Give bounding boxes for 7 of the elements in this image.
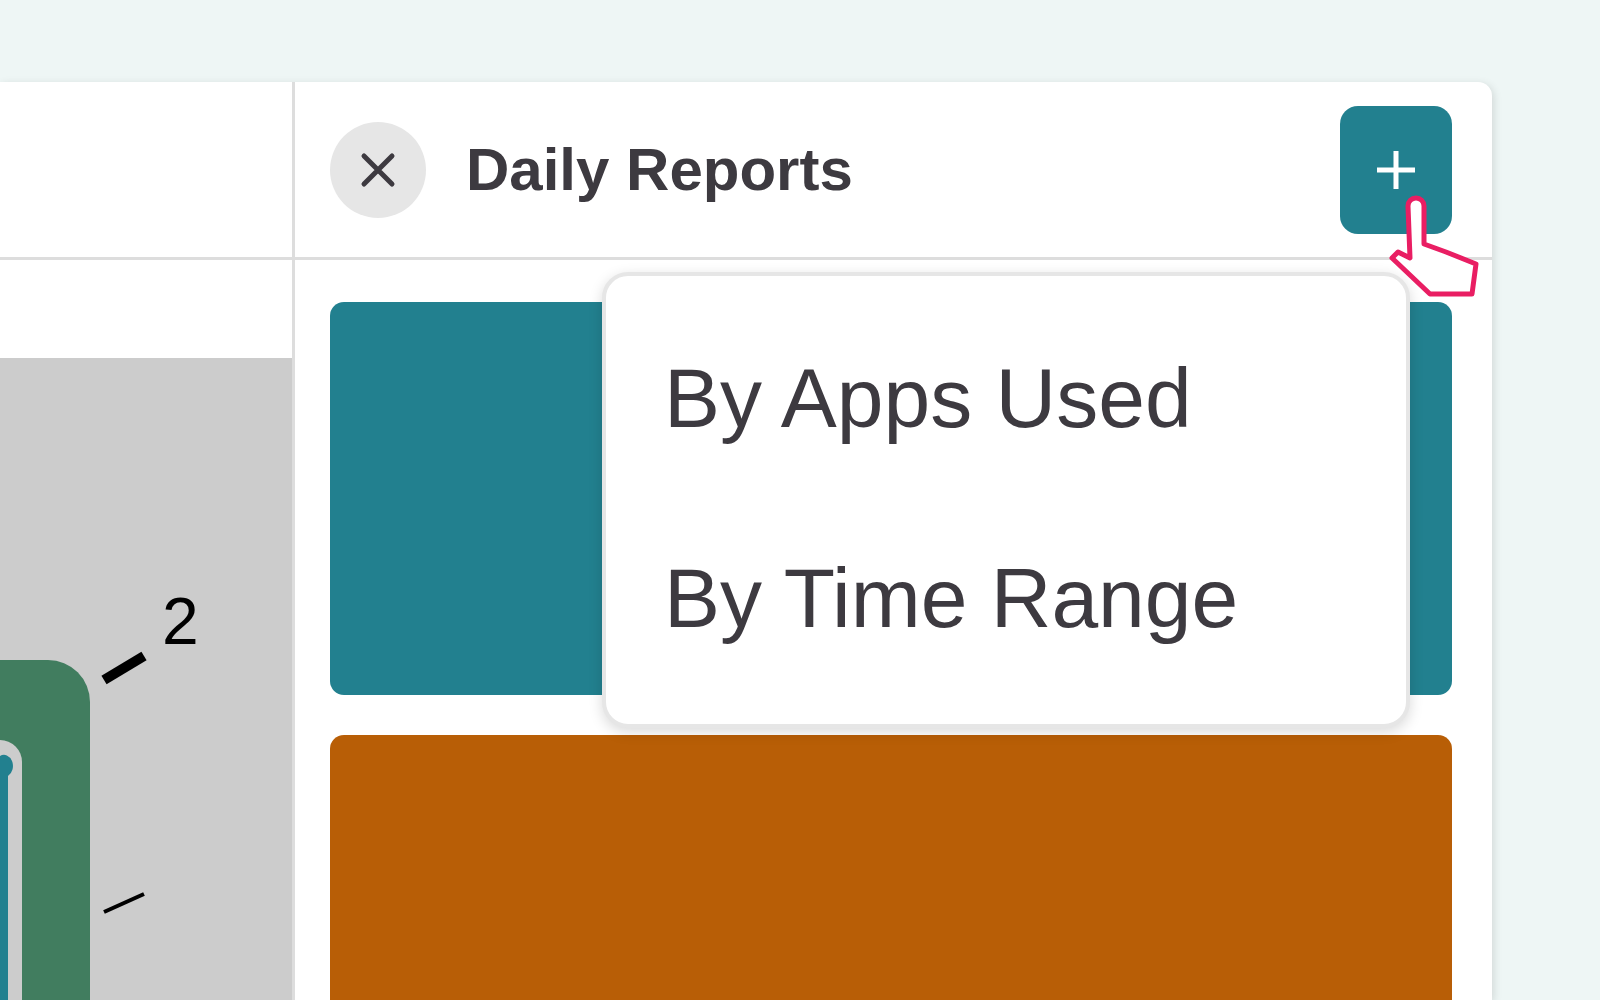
- menu-item[interactable]: By Apps Used: [606, 298, 1406, 498]
- plus-icon: [1375, 148, 1417, 191]
- close-icon: [360, 151, 396, 188]
- add-button[interactable]: [1340, 105, 1452, 234]
- panel-title: Daily Reports: [466, 135, 853, 204]
- axis-tick-label: 2: [162, 588, 199, 654]
- menu-item[interactable]: By Time Range: [606, 498, 1406, 698]
